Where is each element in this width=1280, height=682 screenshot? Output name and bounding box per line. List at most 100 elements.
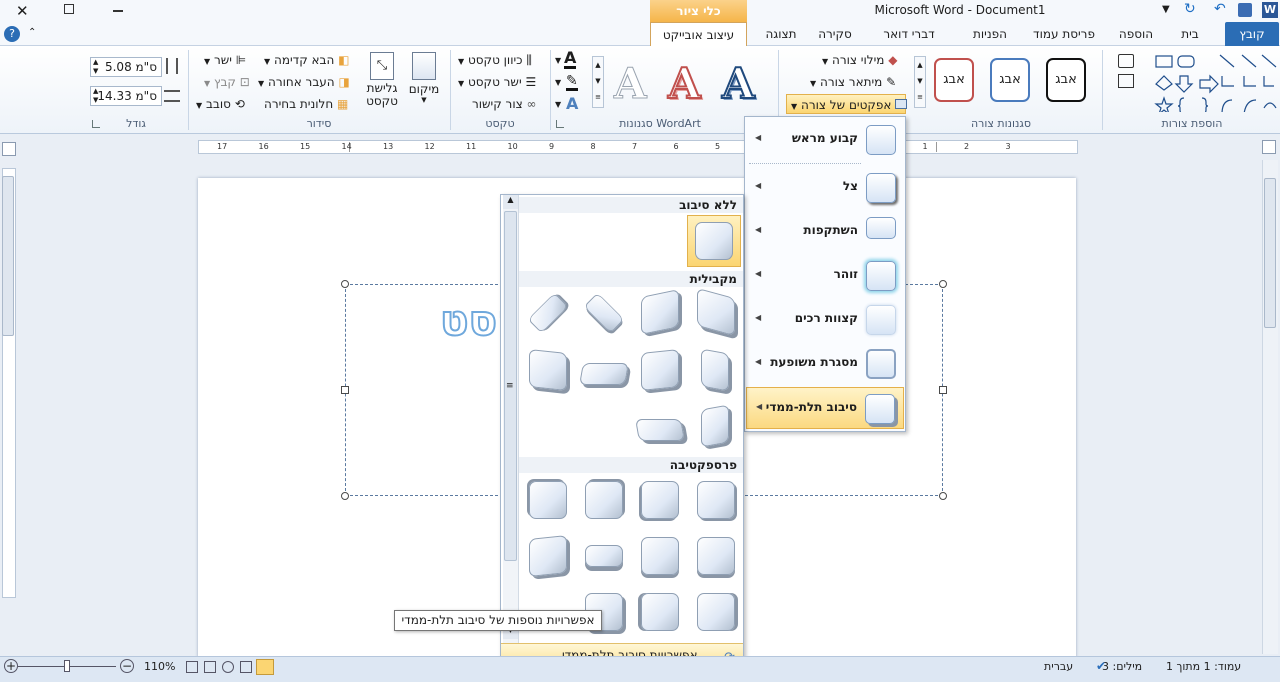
view-draft-icon[interactable]	[186, 661, 198, 673]
create-link-button[interactable]: צור קישור ∞	[472, 94, 537, 114]
spinner-icon[interactable]: ▲ ▼	[93, 87, 98, 105]
menu-item-preset[interactable]: ◀ קבוע מראש	[746, 119, 904, 161]
scroll-up-icon[interactable]: ▲	[503, 195, 518, 209]
menu-item-bevel[interactable]: ◀ מסגרת משופעת	[746, 343, 904, 385]
wrap-text-button[interactable]: ⤡ גלישת טקסט	[362, 50, 402, 114]
menu-item-glow[interactable]: ◀ זוהר	[746, 255, 904, 297]
align-text-button[interactable]: ▼ ישר טקסט ☰	[458, 72, 536, 92]
align-button[interactable]: ▼ ישר ⊫	[204, 50, 246, 70]
proofing-icon[interactable]: ✔	[1096, 659, 1106, 673]
tab-home[interactable]: בית	[1170, 22, 1210, 46]
restore-icon[interactable]	[64, 4, 74, 14]
rotation-option-perspective[interactable]	[641, 481, 679, 519]
resize-handle[interactable]	[341, 280, 349, 288]
view-ruler-icon[interactable]	[1262, 140, 1276, 154]
wordart-style-red[interactable]: A	[667, 58, 702, 110]
tab-review[interactable]: סקירה	[812, 22, 858, 46]
rotation-option-parallel[interactable]	[697, 287, 735, 337]
close-icon[interactable]: ✕	[16, 2, 29, 20]
rotation-option-perspective[interactable]	[641, 537, 679, 575]
resize-handle[interactable]	[939, 386, 947, 394]
rotation-option-perspective[interactable]	[529, 481, 567, 519]
left-scroll-thumb[interactable]	[2, 176, 14, 336]
rotation-option-perspective[interactable]	[585, 545, 623, 567]
menu-item-3d-rotation[interactable]: ◀ סיבוב תלת-ממדי	[746, 387, 904, 429]
menu-item-shadow[interactable]: ◀ צל	[746, 167, 904, 209]
resize-handle[interactable]	[939, 280, 947, 288]
wordart-style-gray[interactable]: A	[614, 58, 648, 110]
chevron-down-icon[interactable]: ▼	[555, 56, 561, 65]
bring-forward-button[interactable]: ▼ הבא קדימה ◧	[264, 50, 350, 70]
zoom-level[interactable]: 110%	[144, 660, 175, 673]
send-backward-button[interactable]: ▼ העבר אחורה ◨	[258, 72, 350, 92]
group-button[interactable]: ▼ קבץ ⊡	[204, 72, 250, 92]
view-web-icon[interactable]	[222, 661, 234, 673]
shape-styles-scroll[interactable]: ▲ ▼ ≡	[914, 56, 926, 108]
shape-height-field[interactable]: 5.08 ס"מ ▲ ▼	[90, 57, 162, 77]
rotation-option-perspective[interactable]	[697, 481, 735, 519]
zoom-in-icon[interactable]: +	[4, 659, 18, 673]
rotation-option-perspective[interactable]	[529, 535, 567, 577]
rotation-option-parallel[interactable]	[527, 292, 569, 334]
tab-format[interactable]: עיצוב אובייקט	[650, 22, 747, 47]
rotation-option-parallel[interactable]	[701, 348, 729, 392]
tab-file[interactable]: קובץ	[1225, 22, 1279, 46]
rotation-option-parallel[interactable]	[583, 292, 625, 334]
qat-customize-icon[interactable]: ▼	[1162, 4, 1170, 15]
menu-item-soft-edges[interactable]: ◀ קצוות רכים	[746, 299, 904, 341]
gallery-scrollbar[interactable]: ▲ ≡ ▼	[503, 195, 519, 671]
edit-shape-icon[interactable]	[1118, 54, 1134, 68]
rotate-button[interactable]: ▼ סובב ⟲	[196, 94, 245, 114]
rotation-option-parallel[interactable]	[701, 404, 729, 448]
shape-style-red[interactable]: אבג	[934, 58, 974, 102]
spinner-icon[interactable]: ▲ ▼	[93, 58, 98, 76]
menu-item-reflection[interactable]: ◀ השתקפות	[746, 211, 904, 253]
rotation-option-parallel[interactable]	[579, 363, 629, 385]
wordart-text[interactable]: טקסט	[440, 296, 500, 345]
rotation-option-perspective[interactable]	[697, 593, 735, 631]
text-direction-button[interactable]: ▼ כיוון טקסט ⫼	[458, 50, 532, 70]
tab-page-layout[interactable]: פריסת עמוד	[1024, 22, 1104, 46]
text-outline-icon[interactable]: ✎	[566, 74, 578, 91]
text-fill-icon[interactable]: A	[564, 50, 577, 69]
redo-icon[interactable]: ↻	[1184, 1, 1196, 17]
zoom-out-icon[interactable]: −	[120, 659, 134, 673]
tab-insert[interactable]: הוספה	[1108, 22, 1164, 46]
rotation-option-perspective[interactable]	[697, 537, 735, 575]
rotation-option-perspective[interactable]	[585, 481, 623, 519]
save-icon[interactable]	[1238, 3, 1252, 17]
language-indicator[interactable]: עברית	[1044, 660, 1073, 673]
undo-icon[interactable]: ↶	[1214, 1, 1226, 17]
horizontal-ruler[interactable]: 1716151413121110987654321123	[198, 140, 1078, 154]
wordart-styles-scroll[interactable]: ▲ ▼ ≡	[592, 56, 604, 108]
tab-view[interactable]: תצוגה	[756, 22, 806, 46]
page-count[interactable]: עמוד: 1 מתוך 1	[1166, 660, 1241, 673]
dialog-launcher-icon[interactable]	[556, 120, 564, 128]
scroll-thumb[interactable]	[1264, 178, 1276, 328]
ribbon-minimize-icon[interactable]: ⌃	[28, 27, 36, 38]
rotation-option-parallel[interactable]	[641, 349, 679, 391]
view-reading-icon[interactable]	[240, 661, 252, 673]
resize-handle[interactable]	[341, 492, 349, 500]
rotation-option-parallel[interactable]	[529, 349, 567, 391]
rotation-option-perspective[interactable]	[641, 593, 679, 631]
ruler-toggle-icon[interactable]	[2, 142, 16, 156]
tab-mailings[interactable]: דברי דואר	[864, 22, 954, 46]
view-print-layout-icon[interactable]	[256, 659, 274, 675]
view-outline-icon[interactable]	[204, 661, 216, 673]
position-button[interactable]: מיקום ▼	[404, 50, 444, 114]
shape-style-blue[interactable]: אבג	[990, 58, 1030, 102]
wordart-style-blue[interactable]: A	[721, 58, 756, 110]
chevron-down-icon[interactable]: ▼	[555, 100, 561, 109]
resize-handle[interactable]	[939, 492, 947, 500]
shape-style-black[interactable]: אבג	[1046, 58, 1086, 102]
shape-effects-button[interactable]: ▼ אפקטים של צורה	[786, 94, 908, 114]
text-effects-icon[interactable]: A	[566, 94, 578, 113]
chevron-down-icon[interactable]: ▼	[555, 78, 561, 87]
rotation-option-none[interactable]	[687, 215, 741, 267]
dialog-launcher-icon[interactable]	[92, 120, 100, 128]
rotation-option-parallel[interactable]	[641, 288, 679, 336]
help-icon[interactable]: ?	[4, 26, 20, 42]
tab-references[interactable]: הפניות	[960, 22, 1020, 46]
shape-outline-button[interactable]: ▼ מיתאר צורה ✎	[810, 72, 896, 92]
